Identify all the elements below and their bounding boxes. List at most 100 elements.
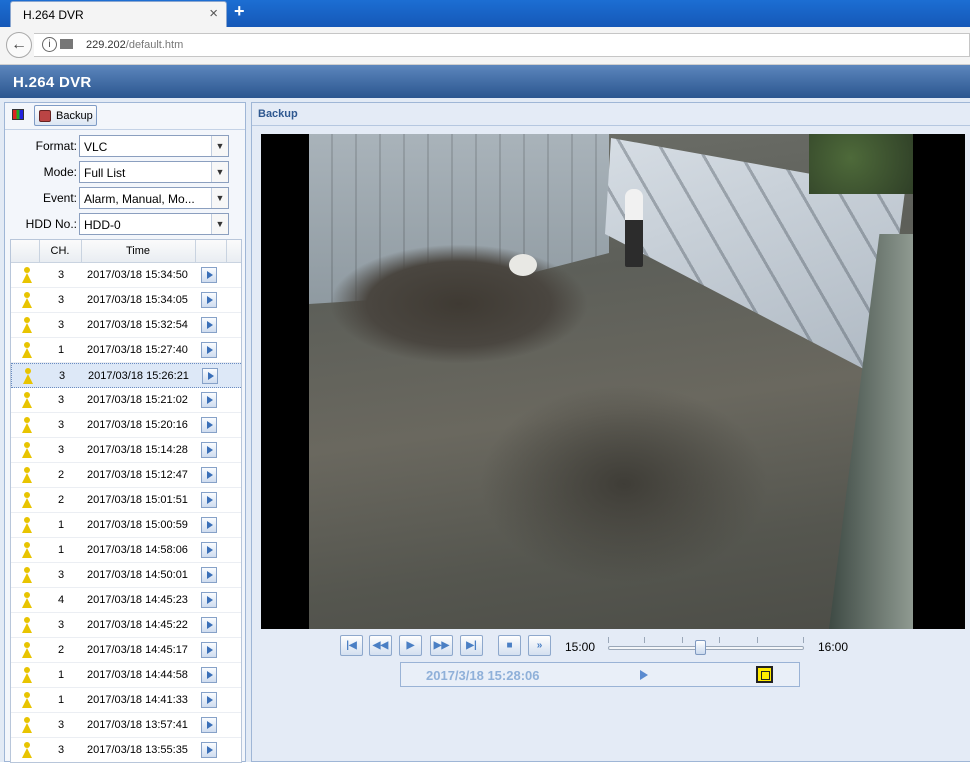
table-row[interactable]: 3 2017/03/18 15:20:16 <box>11 413 241 438</box>
info-icon[interactable]: i <box>42 37 57 52</box>
video-player[interactable] <box>261 134 965 629</box>
row-play-button[interactable] <box>201 517 217 533</box>
table-row[interactable]: 3 2017/03/18 14:45:22 <box>11 613 241 638</box>
event-select[interactable]: Alarm, Manual, Mo... ▼ <box>79 187 229 209</box>
cell-time: 2017/03/18 15:34:05 <box>87 294 188 306</box>
motion-event-icon <box>21 267 33 283</box>
close-icon[interactable]: × <box>209 5 218 22</box>
slider-tick <box>719 637 720 643</box>
title-divider <box>252 125 970 126</box>
back-button[interactable]: ← <box>6 32 32 58</box>
double-chevron-icon: » <box>536 640 543 651</box>
row-play-button[interactable] <box>202 368 218 384</box>
cell-channel: 1 <box>57 519 65 531</box>
row-play-button[interactable] <box>201 292 217 308</box>
table-row[interactable]: 1 2017/03/18 14:58:06 <box>11 538 241 563</box>
row-play-button[interactable] <box>201 617 217 633</box>
row-play-button[interactable] <box>201 667 217 683</box>
format-select[interactable]: VLC ▼ <box>79 135 229 157</box>
app-header: H.264 DVR <box>0 65 970 98</box>
header-time[interactable]: Time <box>81 245 195 257</box>
play-button[interactable]: ▶ <box>399 635 422 656</box>
table-row[interactable]: 1 2017/03/18 14:44:58 <box>11 663 241 688</box>
table-row[interactable]: 2 2017/03/18 15:12:47 <box>11 463 241 488</box>
motion-event-icon <box>21 567 33 583</box>
left-toolbar: Backup <box>5 103 245 130</box>
slider-handle[interactable] <box>695 640 707 655</box>
row-play-button[interactable] <box>201 742 217 758</box>
table-row[interactable]: 3 2017/03/18 14:50:01 <box>11 563 241 588</box>
scene-debris <box>329 244 589 364</box>
hdd-select[interactable]: HDD-0 ▼ <box>79 213 229 235</box>
row-play-button[interactable] <box>201 492 217 508</box>
table-row[interactable]: 3 2017/03/18 15:26:21 <box>11 363 241 388</box>
fast-forward-button[interactable]: ▶▶ <box>430 635 453 656</box>
column-divider <box>195 240 196 262</box>
row-play-button[interactable] <box>201 717 217 733</box>
row-play-button[interactable] <box>201 467 217 483</box>
table-row[interactable]: 1 2017/03/18 15:27:40 <box>11 338 241 363</box>
row-play-button[interactable] <box>201 642 217 658</box>
address-bar[interactable]: i 229.202/default.htm <box>34 33 970 57</box>
row-play-button[interactable] <box>201 592 217 608</box>
row-play-button[interactable] <box>201 567 217 583</box>
skip-end-button[interactable]: ▶| <box>460 635 483 656</box>
skip-start-icon: |◀ <box>346 640 357 651</box>
table-row[interactable]: 3 2017/03/18 13:57:41 <box>11 713 241 738</box>
backup-button[interactable]: Backup <box>34 105 97 126</box>
row-play-button[interactable] <box>201 442 217 458</box>
motion-event-icon <box>21 617 33 633</box>
row-play-button[interactable] <box>201 267 217 283</box>
table-row[interactable]: 2 2017/03/18 15:01:51 <box>11 488 241 513</box>
row-play-button[interactable] <box>201 342 217 358</box>
table-row[interactable]: 2 2017/03/18 14:45:17 <box>11 638 241 663</box>
chevron-down-icon[interactable]: ▼ <box>211 136 228 156</box>
header-ch[interactable]: CH. <box>39 245 81 257</box>
motion-event-icon <box>21 517 33 533</box>
cell-channel: 3 <box>57 744 65 756</box>
cell-channel: 4 <box>57 594 65 606</box>
skip-start-button[interactable]: |◀ <box>340 635 363 656</box>
table-row[interactable]: 3 2017/03/18 15:32:54 <box>11 313 241 338</box>
table-row[interactable]: 1 2017/03/18 14:41:33 <box>11 688 241 713</box>
url-text[interactable]: 229.202/default.htm <box>86 39 183 51</box>
mode-select[interactable]: Full List ▼ <box>79 161 229 183</box>
row-play-button[interactable] <box>201 317 217 333</box>
row-play-button[interactable] <box>201 542 217 558</box>
cell-channel: 3 <box>57 269 65 281</box>
left-panel: Backup Format: VLC ▼ Mode: Full List ▼ E… <box>4 102 246 763</box>
slider-tick <box>682 637 683 643</box>
row-play-button[interactable] <box>201 692 217 708</box>
table-row[interactable]: 1 2017/03/18 15:00:59 <box>11 513 241 538</box>
row-play-button[interactable] <box>201 392 217 408</box>
scene-bag <box>509 254 537 276</box>
cell-channel: 1 <box>57 344 65 356</box>
cell-channel: 3 <box>57 319 65 331</box>
slider-tick <box>608 637 609 643</box>
slider-tick <box>644 637 645 643</box>
motion-event-icon <box>21 417 33 433</box>
table-row[interactable]: 3 2017/03/18 15:34:05 <box>11 288 241 313</box>
new-tab-button[interactable]: + <box>234 1 245 22</box>
chevron-down-icon[interactable]: ▼ <box>211 214 228 234</box>
live-view-icon[interactable] <box>12 109 24 120</box>
table-row[interactable]: 3 2017/03/18 15:14:28 <box>11 438 241 463</box>
next-segment-button[interactable]: » <box>528 635 551 656</box>
cell-channel: 3 <box>57 619 65 631</box>
stop-button[interactable]: ■ <box>498 635 521 656</box>
table-row[interactable]: 4 2017/03/18 14:45:23 <box>11 588 241 613</box>
table-row[interactable]: 3 2017/03/18 15:34:50 <box>11 263 241 288</box>
motion-event-icon <box>21 317 33 333</box>
camera-feed <box>309 134 913 629</box>
row-play-button[interactable] <box>201 417 217 433</box>
chevron-down-icon[interactable]: ▼ <box>211 162 228 182</box>
chevron-down-icon[interactable]: ▼ <box>211 188 228 208</box>
fullscreen-icon[interactable] <box>756 666 773 683</box>
hdd-value: HDD-0 <box>84 218 121 232</box>
browser-tab[interactable]: H.264 DVR × <box>10 1 227 27</box>
backup-disk-icon <box>39 110 51 122</box>
table-row[interactable]: 3 2017/03/18 13:55:35 <box>11 738 241 762</box>
fast-forward-icon: ▶▶ <box>433 640 450 651</box>
rewind-button[interactable]: ◀◀ <box>369 635 392 656</box>
table-row[interactable]: 3 2017/03/18 15:21:02 <box>11 388 241 413</box>
